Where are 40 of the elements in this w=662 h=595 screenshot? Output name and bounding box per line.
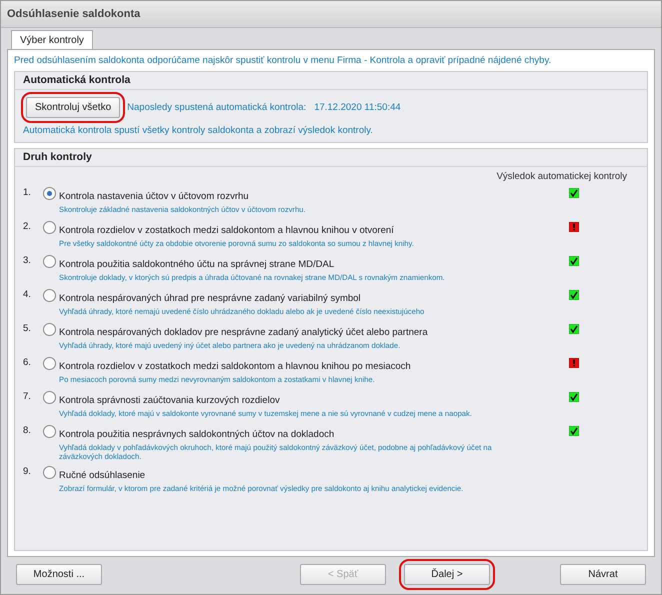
last-run-label: Naposledy spustená automatická kontrola: (127, 102, 306, 113)
check-label: Kontrola nespárovaných úhrad pre nesprávne zadaný variabilný symbol (59, 293, 361, 304)
radio-button[interactable] (43, 323, 56, 336)
check-label: Kontrola správnosti zaúčtovania kurzových rozdielov (59, 395, 280, 406)
item-number: 9. (23, 465, 32, 479)
column-header: Výsledok automatickej kontroly (496, 171, 627, 182)
check-label: Kontrola nastavenia účtov v účtovom rozvrhu (59, 191, 249, 202)
last-run-value: 17.12.2020 11:50:44 (314, 102, 401, 113)
window-title: Odsúhlasenie saldokonta (1, 1, 661, 28)
item-number: 5. (23, 322, 32, 336)
dialog-button[interactable]: Ďalej > (404, 564, 490, 585)
item-number: 6. (23, 356, 32, 370)
check-label: Ručné odsúhlasenie (59, 470, 146, 481)
radio-button[interactable] (43, 357, 56, 370)
intro-text: Pred odsúhlasením saldokonta odporúčame najskôr spustiť kontrolu v menu Firma - Kontrola a opraviť prípadné nájdené chyby. (14, 55, 552, 66)
tab[interactable]: Výber kontroly (11, 30, 93, 50)
dialog-button[interactable]: Možnosti ... (16, 564, 102, 585)
item-number: 2. (23, 220, 32, 234)
radio-button[interactable] (43, 289, 56, 302)
item-number: 4. (23, 288, 32, 302)
auto-check-note: Automatická kontrola spustí všetky kontroly saldokonta a zobrazí výsledok kontroly. (23, 125, 374, 136)
check-label: Kontrola použitia nesprávnych saldokontných účtov na dokladoch (59, 429, 334, 440)
radio-button[interactable] (43, 255, 56, 268)
item-number: 1. (23, 186, 32, 200)
check-all-button[interactable]: Skontroluj všetko (26, 97, 120, 118)
radio-button[interactable] (43, 391, 56, 404)
check-label: Kontrola rozdielov v zostatkoch medzi saldokontom a hlavnou knihou po mesiacoch (59, 361, 411, 372)
check-label: Kontrola rozdielov v zostatkoch medzi saldokontom a hlavnou knihou v otvorení (59, 225, 394, 236)
check-label: Kontrola použitia saldokontného účtu na správnej strane MD/DAL (59, 259, 334, 270)
radio-button[interactable] (43, 425, 56, 438)
item-number: 8. (23, 424, 32, 438)
group-title: Druh kontroly (15, 151, 647, 167)
check-label: Kontrola nespárovaných dokladov pre nesprávne zadaný analytický účet alebo partnera (59, 327, 428, 338)
dialog-button[interactable]: Návrat (560, 564, 646, 585)
radio-button[interactable] (43, 221, 56, 234)
radio-button[interactable] (43, 187, 56, 200)
item-number: 3. (23, 254, 32, 268)
radio-button[interactable] (43, 466, 56, 479)
group-title: Automatická kontrola (15, 74, 647, 90)
item-number: 7. (23, 390, 32, 404)
